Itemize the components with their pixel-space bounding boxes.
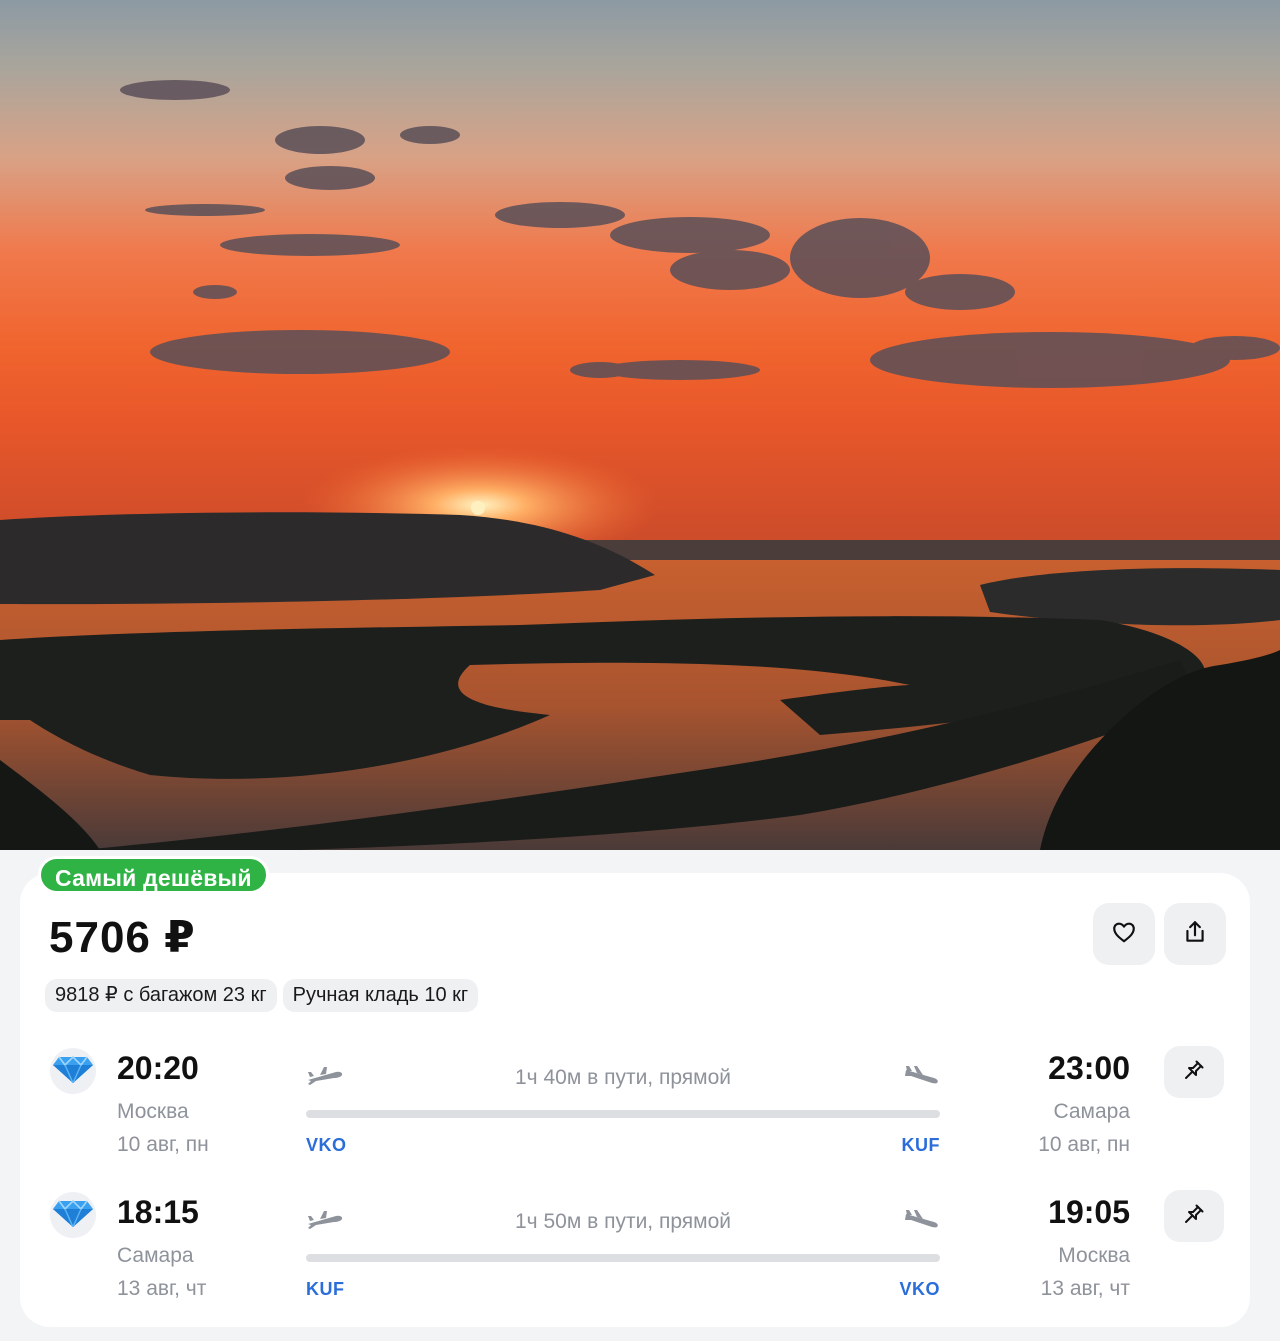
favorite-button[interactable]: [1093, 903, 1155, 965]
arrival-date: 10 авг, пн: [1038, 1133, 1130, 1156]
departure-airport-code[interactable]: VKO: [306, 1135, 347, 1156]
departure-city: Самара: [117, 1244, 194, 1267]
departure-time: 20:20: [117, 1050, 199, 1086]
flight-duration: 1ч 40м в пути, прямой: [515, 1066, 731, 1089]
departure-date: 13 авг, чт: [117, 1277, 207, 1300]
arrival-date: 13 авг, чт: [1040, 1277, 1130, 1300]
flight-segment-outbound[interactable]: 20:20 Москва 10 авг, пн 1ч 40м в пути, п…: [0, 1046, 1280, 1168]
arrival-time: 19:05: [1048, 1194, 1130, 1230]
arrival-airport-code[interactable]: VKO: [899, 1279, 940, 1300]
route-track: [306, 1254, 940, 1262]
heart-icon: [1111, 919, 1137, 950]
route-track: [306, 1110, 940, 1118]
cheapest-badge: Самый дешёвый: [38, 856, 269, 894]
departure-airport-code[interactable]: KUF: [306, 1279, 345, 1300]
arrival-time: 23:00: [1048, 1050, 1130, 1086]
ticket-price: 5706 ₽: [49, 913, 196, 962]
destination-photo: [0, 0, 1280, 850]
pin-icon: [1182, 1058, 1206, 1087]
pin-icon: [1182, 1202, 1206, 1231]
diamond-icon: [53, 1055, 93, 1088]
arrival-airport-code[interactable]: KUF: [902, 1135, 941, 1156]
airline-logo: [50, 1048, 96, 1094]
departure-time: 18:15: [117, 1194, 199, 1230]
landing-icon: [902, 1064, 940, 1091]
departure-date: 10 авг, пн: [117, 1133, 209, 1156]
pin-button[interactable]: [1164, 1190, 1224, 1242]
departure-city: Москва: [117, 1100, 189, 1123]
arrival-city: Москва: [1058, 1244, 1130, 1267]
arrival-city: Самара: [1053, 1100, 1130, 1123]
share-icon: [1182, 919, 1208, 950]
landing-icon: [902, 1208, 940, 1235]
hand-luggage-chip[interactable]: Ручная кладь 10 кг: [282, 979, 479, 1012]
share-button[interactable]: [1164, 903, 1226, 965]
airline-logo: [50, 1192, 96, 1238]
flight-duration: 1ч 50м в пути, прямой: [515, 1210, 731, 1233]
pin-button[interactable]: [1164, 1046, 1224, 1098]
flight-segment-return[interactable]: 18:15 Самара 13 авг, чт 1ч 50м в пути, п…: [0, 1190, 1280, 1312]
baggage-chip[interactable]: 9818 ₽ с багажом 23 кг: [45, 979, 277, 1012]
diamond-icon: [53, 1199, 93, 1232]
baggage-options: 9818 ₽ с багажом 23 кг Ручная кладь 10 к…: [45, 979, 479, 1012]
